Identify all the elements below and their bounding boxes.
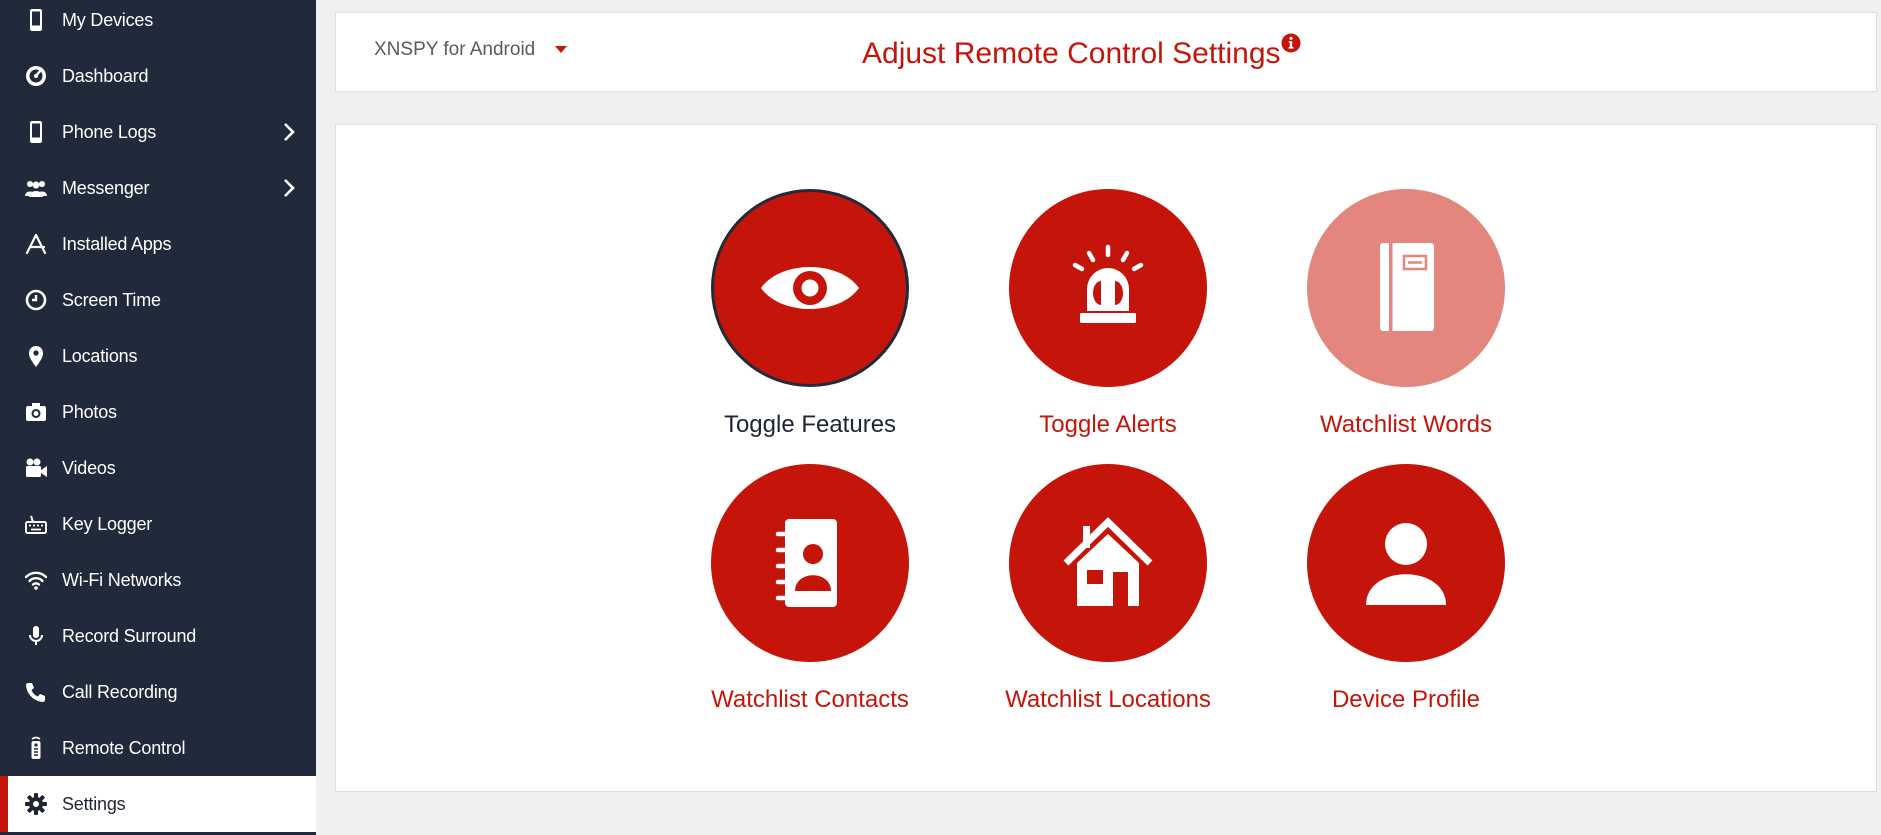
sidebar-item-phone-logs[interactable]: Phone Logs [0, 104, 316, 160]
tile-toggle-features[interactable]: Toggle Features [660, 189, 960, 439]
sidebar-item-label: Videos [62, 457, 116, 478]
camera-icon [22, 398, 50, 426]
sidebar-item-label: Installed Apps [62, 233, 172, 254]
sidebar-item-my-devices[interactable]: My Devices [0, 0, 316, 48]
sidebar-item-label: Photos [62, 401, 117, 422]
tile-label: Toggle Features [723, 411, 897, 438]
sidebar-item-label: Screen Time [62, 289, 161, 310]
phone-icon [22, 118, 50, 146]
tile-circle[interactable] [1307, 464, 1505, 662]
sidebar-item-label: Settings [62, 793, 126, 814]
sidebar-item-label: Phone Logs [62, 121, 157, 142]
gauge-icon [22, 62, 50, 90]
tile-circle[interactable] [711, 464, 909, 662]
tile-label: Watchlist Locations [1005, 686, 1211, 713]
sidebar-item-label: Remote Control [62, 737, 186, 758]
phone-handset-icon [22, 678, 50, 706]
remote-icon [22, 734, 50, 762]
sidebar-item-locations[interactable]: Locations [0, 328, 316, 384]
sidebar-item-remote-control[interactable]: Remote Control [0, 720, 316, 776]
tile-circle[interactable] [711, 189, 909, 387]
tile-label: Toggle Alerts [1039, 411, 1177, 438]
sidebar-item-messenger[interactable]: Messenger [0, 160, 316, 216]
wifi-icon [22, 566, 50, 594]
user-icon [1366, 523, 1446, 605]
sidebar: My Devices Dashboard Phone Logs Messenge… [0, 0, 316, 835]
sidebar-item-settings[interactable]: Settings [0, 776, 316, 832]
house-icon [1063, 517, 1153, 606]
chevron-right-icon [284, 123, 295, 141]
phone-icon [22, 6, 50, 34]
sidebar-item-installed-apps[interactable]: Installed Apps [0, 216, 316, 272]
sidebar-item-screen-time[interactable]: Screen Time [0, 272, 316, 328]
info-icon[interactable] [1281, 33, 1301, 53]
sidebar-item-label: My Devices [62, 9, 154, 30]
microphone-icon [22, 622, 50, 650]
caret-down-icon [555, 46, 568, 53]
sidebar-item-label: Dashboard [62, 65, 149, 86]
sidebar-item-photos[interactable]: Photos [0, 384, 316, 440]
sidebar-item-label: Locations [62, 345, 138, 366]
clock-icon [22, 286, 50, 314]
tile-toggle-alerts[interactable]: Toggle Alerts [958, 189, 1258, 439]
gear-icon [22, 790, 50, 818]
tile-circle[interactable] [1009, 464, 1207, 662]
sidebar-item-dashboard[interactable]: Dashboard [0, 48, 316, 104]
page-title: Adjust Remote Control Settings [862, 37, 1281, 70]
tile-circle[interactable] [1009, 189, 1207, 387]
sidebar-item-label: Record Surround [62, 625, 197, 646]
sidebar-item-wifi-networks[interactable]: Wi-Fi Networks [0, 552, 316, 608]
notebook-icon [1380, 243, 1434, 331]
chevron-right-icon [284, 179, 295, 197]
sidebar-item-label: Key Logger [62, 513, 153, 534]
tile-label: Watchlist Words [1319, 411, 1493, 438]
sidebar-item-videos[interactable]: Videos [0, 440, 316, 496]
sidebar-item-key-logger[interactable]: Key Logger [0, 496, 316, 552]
tile-label: Device Profile [1331, 686, 1481, 713]
page-header: XNSPY for Android Adjust Remote Control … [335, 12, 1877, 92]
sidebar-item-label: Wi-Fi Networks [62, 569, 182, 590]
address-book-icon [775, 519, 837, 607]
keyboard-icon [22, 510, 50, 538]
tile-watchlist-words[interactable]: Watchlist Words [1256, 189, 1556, 439]
tile-label: Watchlist Contacts [711, 686, 909, 713]
sidebar-item-record-surround[interactable]: Record Surround [0, 608, 316, 664]
tile-watchlist-contacts[interactable]: Watchlist Contacts [660, 464, 960, 714]
sidebar-item-call-recording[interactable]: Call Recording [0, 664, 316, 720]
tile-device-profile[interactable]: Device Profile [1256, 464, 1556, 714]
device-select-label: XNSPY for Android [374, 39, 536, 60]
sidebar-item-label: Messenger [62, 177, 150, 198]
users-icon [22, 174, 50, 202]
map-pin-icon [22, 342, 50, 370]
remote-control-panel: Toggle Features Toggle Alerts Watchlist … [335, 124, 1877, 792]
app-store-icon [22, 230, 50, 258]
video-camera-icon [22, 454, 50, 482]
alarm-siren-icon [1072, 244, 1144, 323]
sidebar-item-label: Call Recording [62, 681, 178, 702]
tile-watchlist-locations[interactable]: Watchlist Locations [958, 464, 1258, 714]
device-select[interactable]: XNSPY for Android [374, 39, 568, 61]
eye-icon [761, 267, 859, 309]
tile-circle[interactable] [1307, 189, 1505, 387]
